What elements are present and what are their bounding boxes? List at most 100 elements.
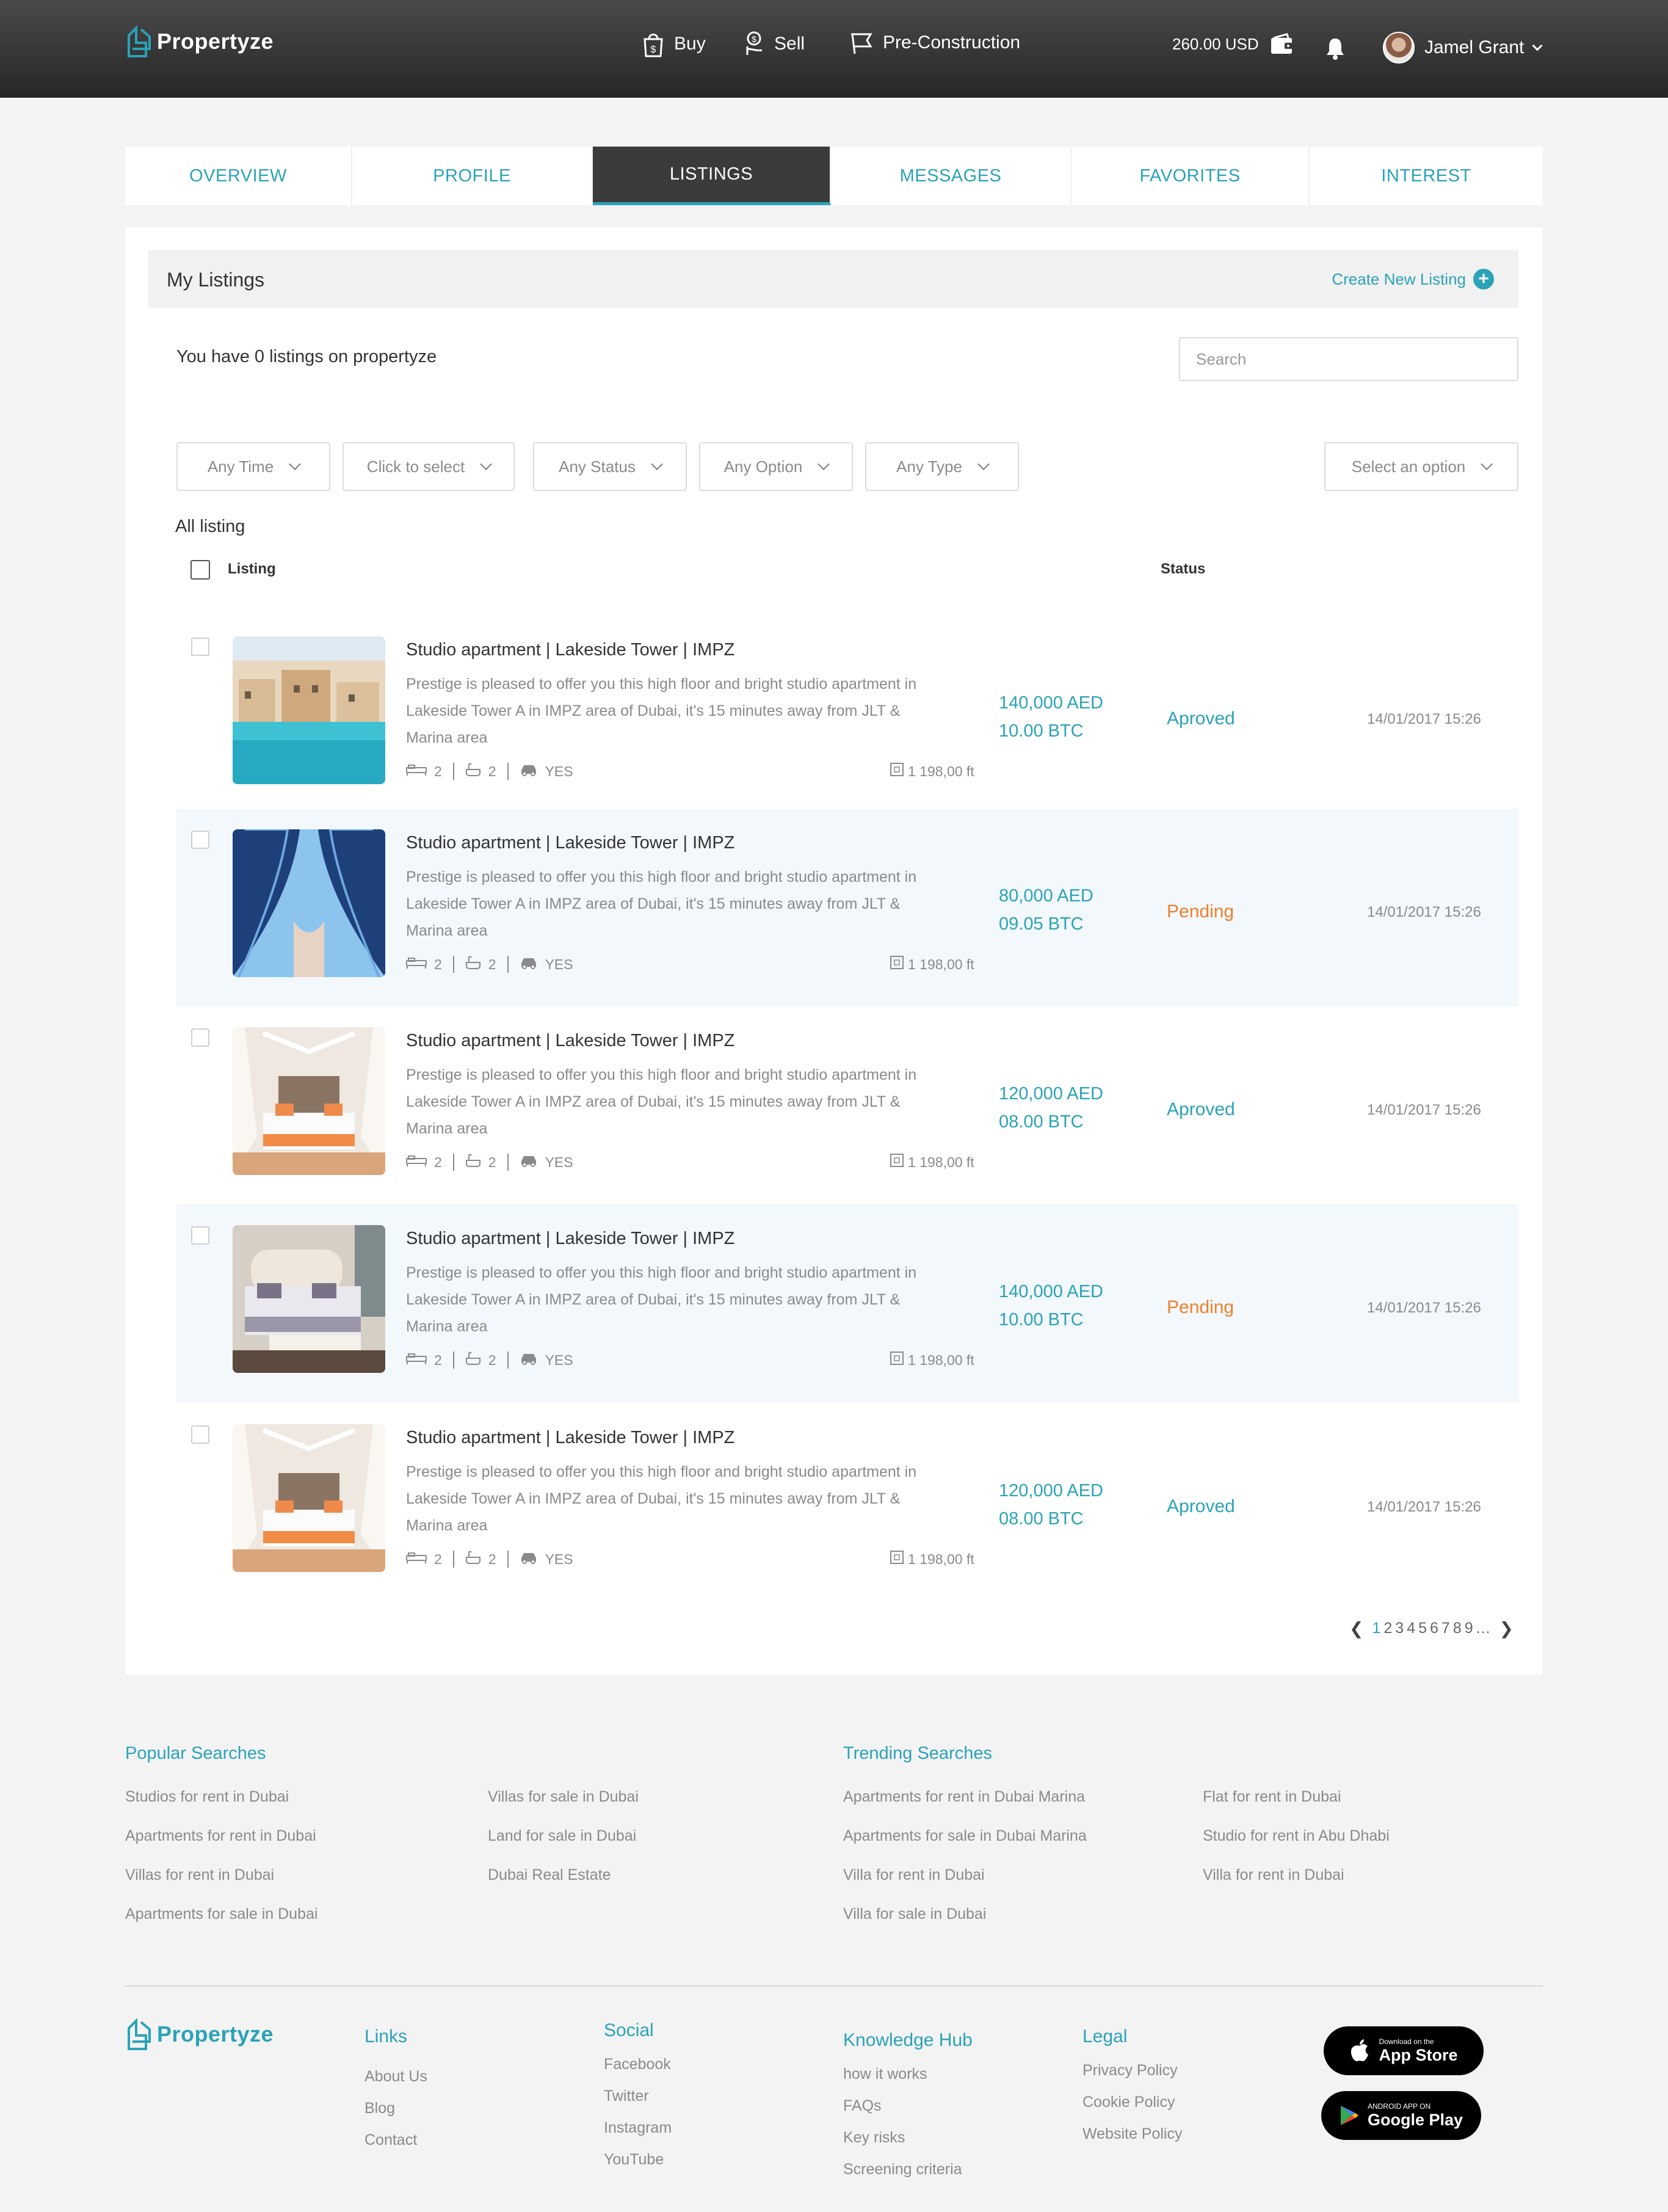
listing-checkbox[interactable]	[191, 831, 209, 849]
listing-title[interactable]: Studio apartment | Lakeside Tower | IMPZ	[406, 1428, 734, 1448]
all-listing-label: All listing	[175, 517, 245, 536]
filter-type-select[interactable]: Any Type	[865, 442, 1019, 491]
page-link-9[interactable]: 9	[1465, 1620, 1474, 1637]
listing-checkbox[interactable]	[191, 1028, 209, 1047]
price-btc: 08.00 BTC	[999, 1112, 1084, 1132]
popular-search-link[interactable]: Apartments for rent in Dubai	[125, 1827, 316, 1845]
tab-overview[interactable]: OVERVIEW	[125, 147, 352, 205]
nav-buy[interactable]: $ Buy	[642, 31, 706, 57]
footer-link-blog[interactable]: Blog	[364, 2100, 395, 2117]
listings-header: My Listings Create New Listing +	[148, 250, 1518, 308]
footer-link-about[interactable]: About Us	[364, 2068, 427, 2086]
listing-title[interactable]: Studio apartment | Lakeside Tower | IMPZ	[406, 833, 734, 853]
page-link-3[interactable]: 3	[1395, 1620, 1404, 1637]
search-input[interactable]	[1179, 337, 1518, 381]
trending-search-link[interactable]: Villa for rent in Dubai	[1203, 1866, 1344, 1884]
bathtub-icon	[465, 762, 481, 780]
listing-description: Prestige is pleased to offer you this hi…	[406, 868, 917, 939]
tab-profile[interactable]: PROFILE	[352, 147, 593, 205]
filter-category-select[interactable]: Click to select	[343, 442, 515, 491]
filter-time-select[interactable]: Any Time	[176, 442, 330, 491]
tab-interest[interactable]: INTEREST	[1310, 147, 1543, 205]
page-link-7[interactable]: 7	[1441, 1620, 1451, 1637]
notifications-button[interactable]	[1325, 37, 1346, 63]
user-menu[interactable]: Jamel Grant	[1383, 32, 1543, 64]
page-link-2[interactable]: 2	[1383, 1620, 1393, 1637]
footer-link-website-policy[interactable]: Website Policy	[1082, 2125, 1183, 2143]
footer-social-title: Social	[604, 2020, 654, 2040]
listing-row: Studio apartment | Lakeside Tower | IMPZ…	[176, 1204, 1518, 1402]
filter-category-value: Click to select	[366, 457, 465, 476]
status-badge: Aproved	[1167, 1099, 1235, 1119]
bed-icon	[406, 1352, 427, 1369]
brand-logo[interactable]: Propertyze	[125, 24, 274, 59]
popular-search-link[interactable]: Land for sale in Dubai	[488, 1827, 636, 1845]
trending-search-link[interactable]: Apartments for sale in Dubai Marina	[843, 1827, 1087, 1845]
footer-link-contact[interactable]: Contact	[364, 2131, 417, 2149]
listing-thumbnail[interactable]	[233, 636, 385, 784]
popular-search-link[interactable]: Villas for sale in Dubai	[488, 1788, 639, 1806]
popular-search-link[interactable]: Villas for rent in Dubai	[125, 1866, 274, 1884]
nav-sell[interactable]: $ Sell	[744, 31, 805, 57]
footer-link-facebook[interactable]: Facebook	[604, 2056, 671, 2073]
google-play-button[interactable]: ANDROID APP ON Google Play	[1321, 2091, 1481, 2140]
footer-link-youtube[interactable]: YouTube	[604, 2151, 664, 2169]
trending-search-link[interactable]: Apartments for rent in Dubai Marina	[843, 1788, 1085, 1806]
wallet-balance[interactable]: 260.00 USD	[1172, 33, 1294, 55]
chevron-right-icon[interactable]: ❯	[1499, 1618, 1513, 1639]
sort-select[interactable]: Select an option	[1324, 442, 1518, 491]
parking-value: YES	[545, 1154, 573, 1170]
footer-link-screening[interactable]: Screening criteria	[843, 2161, 962, 2178]
footer-link-instagram[interactable]: Instagram	[604, 2119, 672, 2137]
google-play-text: ANDROID APP ON Google Play	[1368, 2102, 1463, 2129]
popular-search-link[interactable]: Apartments for sale in Dubai	[125, 1905, 317, 1923]
page-link-1[interactable]: 1	[1372, 1620, 1381, 1637]
listing-checkbox[interactable]	[191, 1425, 209, 1444]
footer-link-privacy[interactable]: Privacy Policy	[1082, 2062, 1178, 2079]
app-store-small: Download on the	[1379, 2037, 1434, 2046]
profile-tabs: OVERVIEW PROFILE LISTINGS MESSAGES FAVOR…	[125, 147, 1543, 205]
trending-search-link[interactable]: Villa for sale in Dubai	[843, 1905, 986, 1923]
app-store-button[interactable]: Download on the App Store	[1324, 2026, 1484, 2075]
app-store-text: Download on the App Store	[1379, 2037, 1457, 2064]
nav-pre-construction[interactable]: Pre-Construction	[849, 31, 1020, 55]
trending-search-link[interactable]: Studio for rent in Abu Dhabi	[1203, 1827, 1390, 1845]
popular-search-link[interactable]: Dubai Real Estate	[488, 1866, 611, 1884]
page-link-6[interactable]: 6	[1430, 1620, 1439, 1637]
footer-brand-logo[interactable]: Propertyze	[125, 2017, 274, 2051]
chevron-down-icon	[977, 458, 990, 470]
tab-listings[interactable]: LISTINGS	[593, 147, 831, 205]
footer-link-how-it-works[interactable]: how it works	[843, 2065, 927, 2083]
footer-link-twitter[interactable]: Twitter	[604, 2087, 649, 2105]
listing-thumbnail[interactable]	[233, 1424, 385, 1572]
page-link-8[interactable]: 8	[1453, 1620, 1462, 1637]
tab-favorites[interactable]: FAVORITES	[1072, 147, 1310, 205]
listing-title[interactable]: Studio apartment | Lakeside Tower | IMPZ	[406, 640, 734, 660]
brand-name: Propertyze	[157, 29, 274, 54]
divider	[452, 956, 454, 973]
filter-option-select[interactable]: Any Option	[699, 442, 853, 491]
listing-thumbnail[interactable]	[233, 1225, 385, 1373]
footer-link-cookie[interactable]: Cookie Policy	[1082, 2094, 1175, 2111]
page-link-5[interactable]: 5	[1418, 1620, 1427, 1637]
filter-status-select[interactable]: Any Status	[533, 442, 687, 491]
listing-title[interactable]: Studio apartment | Lakeside Tower | IMPZ	[406, 1229, 734, 1249]
chevron-left-icon[interactable]: ❮	[1349, 1618, 1363, 1639]
create-listing-button[interactable]: Create New Listing +	[1332, 269, 1494, 289]
footer-link-key-risks[interactable]: Key risks	[843, 2129, 905, 2147]
page-link-4[interactable]: 4	[1407, 1620, 1416, 1637]
select-all-checkbox[interactable]	[190, 560, 210, 580]
listing-row: Studio apartment | Lakeside Tower | IMPZ…	[176, 616, 1518, 813]
trending-search-link[interactable]: Villa for rent in Dubai	[843, 1866, 985, 1884]
listing-title[interactable]: Studio apartment | Lakeside Tower | IMPZ	[406, 1031, 734, 1051]
popular-search-link[interactable]: Studios for rent in Dubai	[125, 1788, 289, 1806]
listing-checkbox[interactable]	[191, 638, 209, 656]
google-play-big: Google Play	[1367, 2111, 1463, 2129]
trending-search-link[interactable]: Flat for rent in Dubai	[1203, 1788, 1341, 1806]
listing-features: 2 2 YES	[406, 762, 573, 780]
listing-thumbnail[interactable]	[233, 829, 385, 977]
footer-link-faqs[interactable]: FAQs	[843, 2097, 882, 2115]
tab-messages[interactable]: MESSAGES	[831, 147, 1072, 205]
listing-checkbox[interactable]	[191, 1226, 209, 1245]
listing-thumbnail[interactable]	[233, 1027, 385, 1175]
